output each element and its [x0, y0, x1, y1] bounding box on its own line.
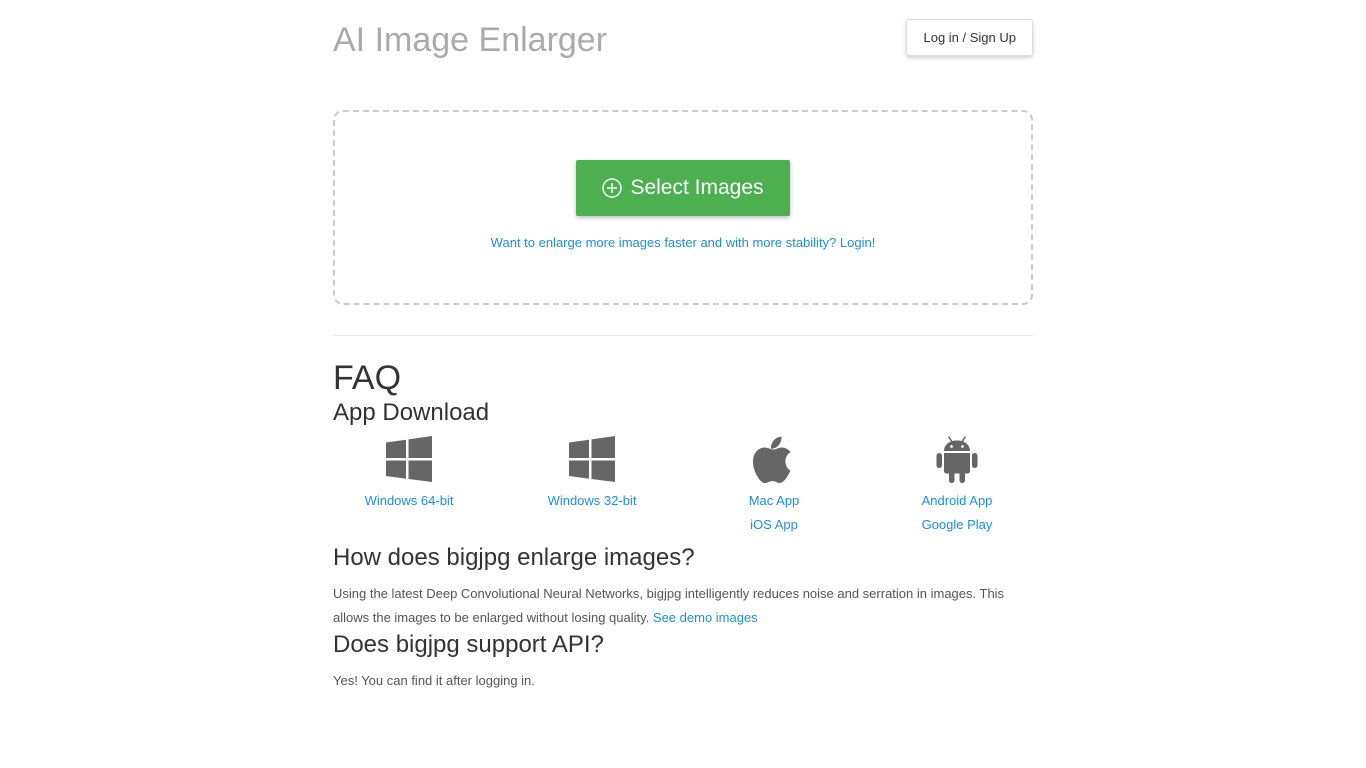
windows-icon	[385, 435, 433, 483]
how-it-works-answer: Using the latest Deep Convolutional Neur…	[333, 582, 1033, 630]
app-windows-64: Windows 64-bit	[329, 435, 489, 513]
login-prompt-link[interactable]: Want to enlarge more images faster and w…	[335, 235, 1031, 250]
app-android: Android App Google Play	[877, 435, 1037, 537]
app-download-list: Windows 64-bit Windows 32-bit Mac App iO…	[333, 435, 1033, 543]
android-app-link[interactable]: Android App	[877, 489, 1037, 513]
mac-app-link[interactable]: Mac App	[694, 489, 854, 513]
app-windows-32: Windows 32-bit	[512, 435, 672, 513]
google-play-link[interactable]: Google Play	[877, 513, 1037, 537]
app-apple: Mac App iOS App	[694, 435, 854, 537]
see-demo-images-link[interactable]: See demo images	[653, 610, 758, 625]
site-title: AI Image Enlarger	[333, 21, 608, 59]
page-container: AI Image Enlarger Log in / Sign Up Selec…	[333, 0, 1033, 693]
api-heading: Does bigjpg support API?	[333, 631, 604, 658]
faq-title: FAQ	[333, 359, 402, 397]
apple-icon	[750, 435, 798, 483]
select-images-button[interactable]: Select Images	[576, 160, 790, 216]
login-signup-button[interactable]: Log in / Sign Up	[906, 19, 1033, 56]
windows-32-link[interactable]: Windows 32-bit	[512, 489, 672, 513]
windows-64-link[interactable]: Windows 64-bit	[329, 489, 489, 513]
how-it-works-heading: How does bigjpg enlarge images?	[333, 544, 695, 571]
plus-circle-icon	[602, 178, 623, 198]
select-images-label: Select Images	[630, 176, 764, 199]
android-icon	[933, 435, 981, 483]
upload-dropzone[interactable]: Select Images Want to enlarge more image…	[333, 110, 1033, 305]
divider	[333, 335, 1033, 336]
header: AI Image Enlarger Log in / Sign Up	[333, 0, 1033, 86]
api-answer: Yes! You can find it after logging in.	[333, 673, 535, 688]
app-download-heading: App Download	[333, 399, 490, 426]
windows-icon	[568, 435, 616, 483]
ios-app-link[interactable]: iOS App	[694, 513, 854, 537]
